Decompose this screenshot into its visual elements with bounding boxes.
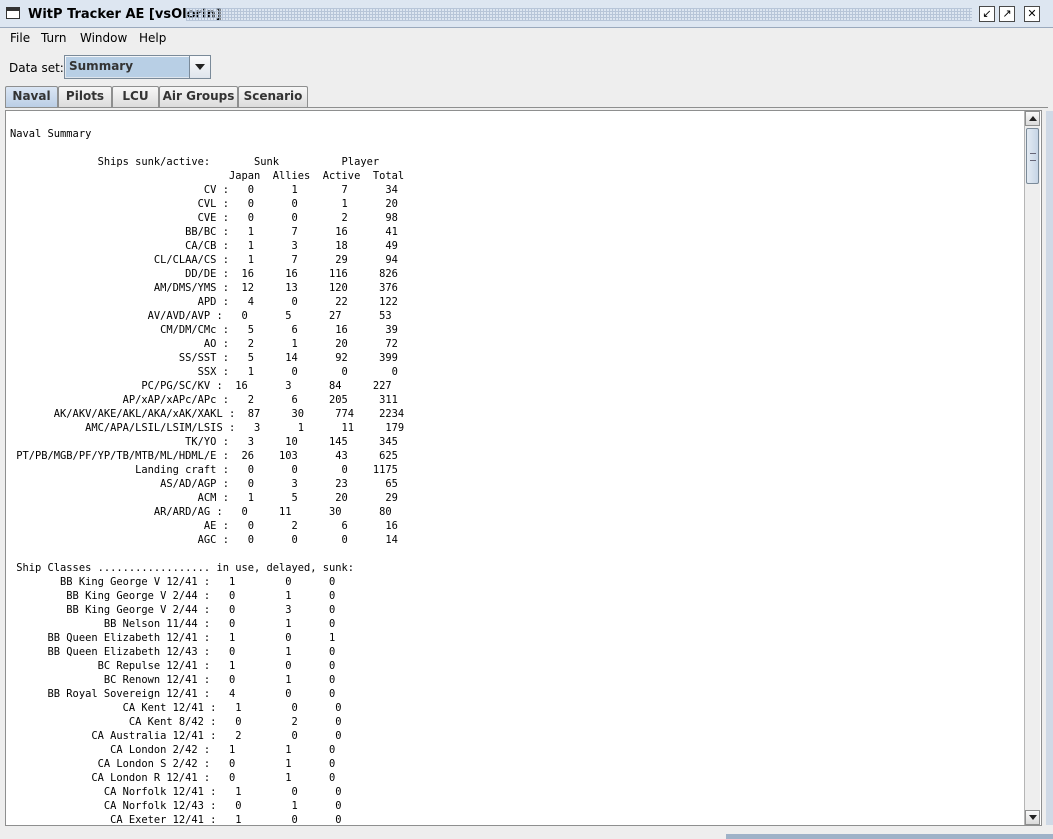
menu-window[interactable]: Window bbox=[80, 31, 127, 45]
report-panel[interactable]: Naval Summary Ships sunk/active: Sunk Pl… bbox=[5, 110, 1042, 826]
close-icon[interactable]: ✕ bbox=[1024, 6, 1040, 22]
dataset-row: Data set: Summary bbox=[0, 50, 1053, 84]
maximize-icon[interactable]: ↗ bbox=[999, 6, 1015, 22]
menu-file[interactable]: File bbox=[10, 31, 30, 45]
dataset-label: Data set: bbox=[9, 61, 64, 75]
naval-summary-report: Naval Summary Ships sunk/active: Sunk Pl… bbox=[10, 128, 405, 826]
tab-divider bbox=[5, 107, 1048, 108]
scrollbar-thumb[interactable] bbox=[1026, 128, 1039, 184]
dataset-selected-value: Summary bbox=[66, 57, 190, 77]
tab-lcu[interactable]: LCU bbox=[112, 86, 159, 107]
tab-naval[interactable]: Naval bbox=[5, 86, 58, 108]
chevron-down-icon[interactable] bbox=[189, 56, 210, 78]
background-window-edge bbox=[726, 834, 1053, 839]
window-icon[interactable] bbox=[6, 7, 20, 19]
tab-air-groups[interactable]: Air Groups bbox=[159, 86, 238, 107]
window-edge bbox=[1046, 111, 1053, 825]
minimize-icon[interactable]: ↙ bbox=[979, 6, 995, 22]
scroll-down-icon[interactable] bbox=[1025, 810, 1040, 825]
title-bar: WitP Tracker AE [vsOlorin] ↙ ↗ ✕ bbox=[0, 0, 1053, 28]
vertical-scrollbar[interactable] bbox=[1024, 111, 1040, 825]
tab-scenario[interactable]: Scenario bbox=[238, 86, 308, 107]
scroll-up-icon[interactable] bbox=[1025, 111, 1040, 126]
bottom-strip bbox=[0, 826, 1053, 839]
menu-bar: File Turn Window Help bbox=[0, 28, 1053, 49]
menu-turn[interactable]: Turn bbox=[41, 31, 66, 45]
dataset-select[interactable]: Summary bbox=[64, 55, 211, 79]
menu-help[interactable]: Help bbox=[139, 31, 166, 45]
title-bar-grip bbox=[186, 8, 972, 21]
tab-pilots[interactable]: Pilots bbox=[58, 86, 112, 107]
